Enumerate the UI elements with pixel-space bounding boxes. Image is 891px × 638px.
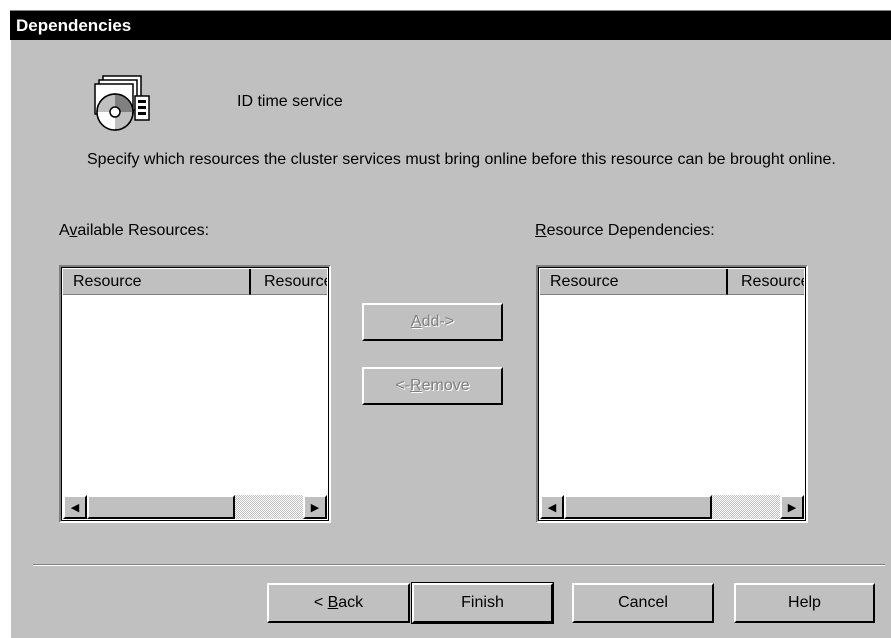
add-button[interactable]: Add->: [362, 303, 503, 341]
scroll-thumb[interactable]: [564, 495, 712, 519]
help-button[interactable]: Help: [734, 583, 875, 623]
list-header: Resource Resource Type: [540, 269, 804, 295]
available-resources-label: Available Resources:: [59, 222, 210, 239]
column-header-resource[interactable]: Resource: [63, 269, 251, 295]
list-body[interactable]: [540, 295, 804, 495]
finish-button[interactable]: Finish: [411, 582, 554, 624]
scroll-thumb[interactable]: [87, 495, 235, 519]
window-title: Dependencies: [16, 16, 132, 35]
list-body[interactable]: [63, 295, 327, 495]
remove-button[interactable]: <- Remove: [362, 367, 503, 405]
cancel-button[interactable]: Cancel: [572, 583, 714, 623]
arrow-left-icon: ◀: [70, 501, 80, 514]
column-header-resource[interactable]: Resource: [540, 269, 728, 295]
arrow-right-icon: ▶: [310, 501, 320, 514]
dependencies-dialog: ID time service Specify which resources …: [10, 40, 891, 638]
instructions-text: Specify which resources the cluster serv…: [87, 151, 836, 168]
horizontal-scrollbar[interactable]: ◀ ▶: [63, 495, 327, 519]
list-header: Resource Resource Type: [63, 269, 327, 295]
arrow-left-icon: ◀: [547, 501, 557, 514]
title-bar: Dependencies: [10, 10, 891, 40]
scroll-left-button[interactable]: ◀: [540, 495, 564, 519]
resource-name: ID time service: [237, 93, 343, 110]
scroll-right-button[interactable]: ▶: [303, 495, 327, 519]
cluster-resource-icon: [89, 74, 153, 132]
separator: [33, 564, 885, 566]
horizontal-scrollbar[interactable]: ◀ ▶: [540, 495, 804, 519]
available-resources-list[interactable]: Resource Resource Type ◀ ▶: [59, 265, 331, 523]
column-header-resource-type[interactable]: Resource Type: [728, 269, 804, 295]
back-button[interactable]: < Back: [267, 583, 410, 623]
column-header-resource-type[interactable]: Resource Type: [251, 269, 327, 295]
arrow-right-icon: ▶: [787, 501, 797, 514]
scroll-track[interactable]: [235, 495, 303, 519]
resource-dependencies-list[interactable]: Resource Resource Type ◀ ▶: [536, 265, 808, 523]
resource-dependencies-label: Resource Dependencies:: [535, 222, 715, 239]
scroll-right-button[interactable]: ▶: [780, 495, 804, 519]
scroll-left-button[interactable]: ◀: [63, 495, 87, 519]
scroll-track[interactable]: [712, 495, 780, 519]
